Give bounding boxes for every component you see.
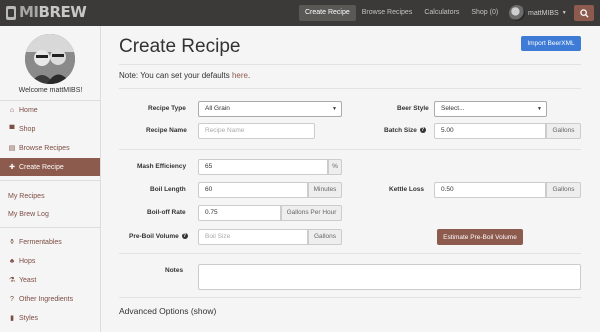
divider (119, 88, 581, 89)
defaults-note: Note: You can set your defaults here. (119, 71, 251, 80)
nav-shop[interactable]: Shop (0) (465, 5, 504, 21)
beer-style-label: Beer Style (397, 105, 429, 112)
sidebar-item-other-ingredients[interactable]: ? Other Ingredients (0, 290, 100, 308)
hop-icon: ♣ (9, 257, 15, 265)
search-icon (579, 8, 589, 18)
top-navbar: MIBREW Create Recipe Browse Recipes Calc… (0, 0, 600, 26)
beer-style-select[interactable]: Select... ▼ (434, 101, 547, 117)
batch-size-label: Batch Size ? (384, 127, 426, 134)
glass-icon: ▮ (10, 315, 14, 322)
boiloff-rate-input[interactable]: 0.75 (198, 205, 281, 221)
flask-icon: ⚱ (9, 239, 15, 246)
notes-textarea[interactable] (198, 264, 581, 290)
chevron-down-icon: ▼ (332, 106, 337, 112)
page-title: Create Recipe (119, 36, 241, 57)
divider (119, 297, 581, 298)
kettle-loss-unit: Gallons (546, 182, 581, 198)
divider (0, 227, 101, 228)
nav-links: Create Recipe Browse Recipes Calculators… (299, 5, 504, 21)
nav-browse-recipes[interactable]: Browse Recipes (356, 5, 419, 21)
divider (119, 149, 581, 150)
notes-label: Notes (165, 267, 184, 274)
estimate-pre-boil-volume-button[interactable]: Estimate Pre-Boil Volume (437, 229, 523, 245)
boil-length-input[interactable]: 60 (198, 182, 308, 198)
info-icon[interactable]: ? (181, 233, 188, 240)
pre-boil-volume-unit: Gallons (308, 229, 342, 245)
divider (119, 64, 581, 65)
sidebar-item-fermentables[interactable]: ⚱ Fermentables (0, 233, 100, 251)
boiloff-rate-unit: Gallons Per Hour (281, 205, 342, 221)
kettle-loss-label: Kettle Loss (389, 186, 425, 193)
search-button[interactable] (574, 5, 594, 21)
sidebar-item-browse-recipes[interactable]: ▤ Browse Recipes (0, 139, 100, 157)
sidebar-item-shop[interactable]: ▀ Shop (0, 120, 100, 138)
import-beerxml-button[interactable]: Import BeerXML (521, 36, 581, 51)
logo-mug-icon (6, 5, 16, 20)
pre-boil-volume-label: Pre-Boil Volume ? (129, 233, 188, 240)
advanced-options-toggle[interactable]: Advanced Options (show) (119, 306, 216, 316)
profile-photo (25, 34, 75, 84)
sidebar-item-hops[interactable]: ♣ Hops (0, 252, 100, 270)
batch-size-input[interactable]: 5.00 (434, 123, 546, 139)
user-menu[interactable]: mattMIBS ▼ (509, 3, 567, 23)
mash-efficiency-input[interactable]: 65 (198, 159, 328, 175)
yeast-icon: ⚗ (8, 277, 16, 284)
sidebar-item-yeast[interactable]: ⚗ Yeast (0, 271, 100, 289)
nav-create-recipe[interactable]: Create Recipe (299, 5, 356, 21)
sidebar-item-my-recipes[interactable]: My Recipes (0, 187, 100, 205)
boil-length-unit: Minutes (308, 182, 342, 198)
recipe-name-label: Recipe Name (146, 127, 187, 134)
info-icon[interactable]: ? (419, 127, 426, 134)
boil-length-label: Boil Length (150, 186, 186, 193)
defaults-link[interactable]: here (232, 71, 248, 80)
book-icon: ▤ (8, 145, 16, 152)
sidebar-item-my-brew-log[interactable]: My Brew Log (0, 205, 100, 223)
sidebar-item-styles[interactable]: ▮ Styles (0, 309, 100, 327)
main-content: Create Recipe Import BeerXML Note: You c… (101, 26, 600, 332)
kettle-loss-input[interactable]: 0.50 (434, 182, 546, 198)
cart-icon: ▀ (9, 125, 15, 133)
boiloff-rate-label: Boil-off Rate (147, 209, 186, 216)
logo-text: MIBREW (19, 3, 87, 21)
sidebar: Welcome mattMIBS! ⌂ Home ▀ Shop ▤ Browse Re… (0, 26, 101, 332)
mibrew-logo[interactable]: MIBREW (6, 3, 87, 21)
divider (119, 253, 581, 254)
caret-down-icon: ▼ (561, 10, 567, 16)
sidebar-item-home[interactable]: ⌂ Home (0, 101, 100, 119)
user-name: mattMIBS (528, 9, 559, 17)
nav-calculators[interactable]: Calculators (418, 5, 465, 21)
plus-icon: ✚ (9, 164, 15, 171)
batch-size-unit: Gallons (546, 123, 581, 139)
chevron-down-icon: ▼ (537, 106, 542, 112)
recipe-type-label: Recipe Type (148, 105, 186, 112)
sidebar-item-create-recipe[interactable]: ✚ Create Recipe (0, 158, 100, 176)
recipe-type-select[interactable]: All Grain ▼ (198, 101, 342, 117)
recipe-name-input[interactable]: Recipe Name (198, 123, 315, 139)
pre-boil-volume-input[interactable]: Boil Size (198, 229, 308, 245)
home-icon: ⌂ (9, 106, 15, 114)
welcome-message: Welcome mattMIBS! (18, 87, 83, 94)
mash-efficiency-label: Mash Efficiency (137, 163, 187, 170)
mash-efficiency-unit: % (328, 159, 342, 175)
question-icon: ? (10, 295, 14, 303)
divider (0, 180, 101, 181)
avatar (509, 5, 525, 21)
